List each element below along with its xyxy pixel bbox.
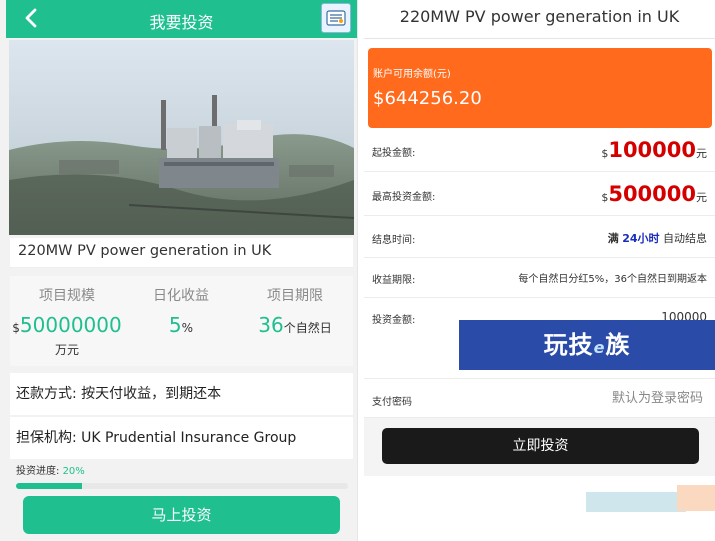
project-photo: [9, 40, 354, 235]
stat-label: 项目期限: [267, 288, 323, 304]
settle-time-value: 满 24小时 自动结息: [607, 232, 707, 245]
return-period-row: 收益期限: 每个自然日分红5%，36个自然日到期返本: [364, 258, 715, 298]
page-title: 我要投资: [149, 13, 214, 32]
progress-fill: [16, 483, 83, 489]
min-invest-label: 起投金额:: [372, 148, 416, 159]
stat-unit: 万元: [54, 343, 79, 357]
balance-label: 账户可用余额(元): [373, 69, 451, 80]
max-invest-label: 最高投资金额:: [372, 192, 436, 203]
stat-value: $50000000: [12, 313, 122, 337]
watermark-logo: 玩技e族: [459, 320, 715, 370]
decoration: [586, 492, 686, 512]
return-period-label: 收益期限:: [372, 275, 416, 286]
menu-icon[interactable]: [321, 3, 351, 33]
top-bar: 我要投资: [6, 0, 357, 38]
password-label: 支付密码: [372, 397, 412, 408]
screen: 我要投资 220MW PV power generation in UK 项目规…: [0, 0, 715, 541]
min-invest-row: 起投金额: $100000元: [364, 130, 715, 172]
progress-label: 投资进度: 20%: [16, 466, 85, 477]
stat-scale: 项目规模 $50000000 万元: [10, 276, 124, 358]
invest-now-button[interactable]: 马上投资: [23, 496, 340, 534]
amount-label: 投资金额:: [372, 315, 416, 326]
return-period-value: 每个自然日分红5%，36个自然日到期返本: [518, 274, 707, 285]
divider: [364, 38, 715, 39]
stat-value: 5%: [168, 313, 194, 337]
balance-card: 账户可用余额(元) $644256.20: [368, 48, 712, 128]
decoration: [677, 485, 715, 511]
balance-value: $644256.20: [373, 88, 482, 109]
form-title: 220MW PV power generation in UK: [399, 7, 680, 26]
stat-term: 项目期限 36个自然日: [238, 276, 352, 337]
invest-list-page: 我要投资 220MW PV power generation in UK 项目规…: [0, 0, 358, 541]
guarantor: 担保机构: UK Prudential Insurance Group: [10, 417, 353, 459]
password-input[interactable]: [553, 390, 703, 405]
stat-label: 项目规模: [39, 288, 95, 304]
settle-time-label: 结息时间:: [372, 235, 416, 246]
max-invest-row: 最高投资金额: $500000元: [364, 172, 715, 216]
min-invest-value: $100000元: [601, 138, 707, 162]
settle-time-row: 结息时间: 满 24小时 自动结息: [364, 216, 715, 258]
stat-value: 36个自然日: [258, 313, 332, 337]
project-title[interactable]: 220MW PV power generation in UK: [10, 238, 353, 268]
project-stats: 项目规模 $50000000 万元 日化收益 5% 项目期限 36个自然日: [10, 276, 353, 366]
stat-daily-return: 日化收益 5%: [124, 276, 238, 337]
invest-form-page: 220MW PV power generation in UK 账户可用余额(元…: [364, 0, 715, 541]
submit-invest-button[interactable]: 立即投资: [382, 428, 699, 464]
progress-bar: [16, 483, 348, 489]
max-invest-value: $500000元: [601, 182, 707, 206]
stat-label: 日化收益: [153, 288, 209, 304]
repayment-method: 还款方式: 按天付收益，到期还本: [10, 373, 353, 415]
